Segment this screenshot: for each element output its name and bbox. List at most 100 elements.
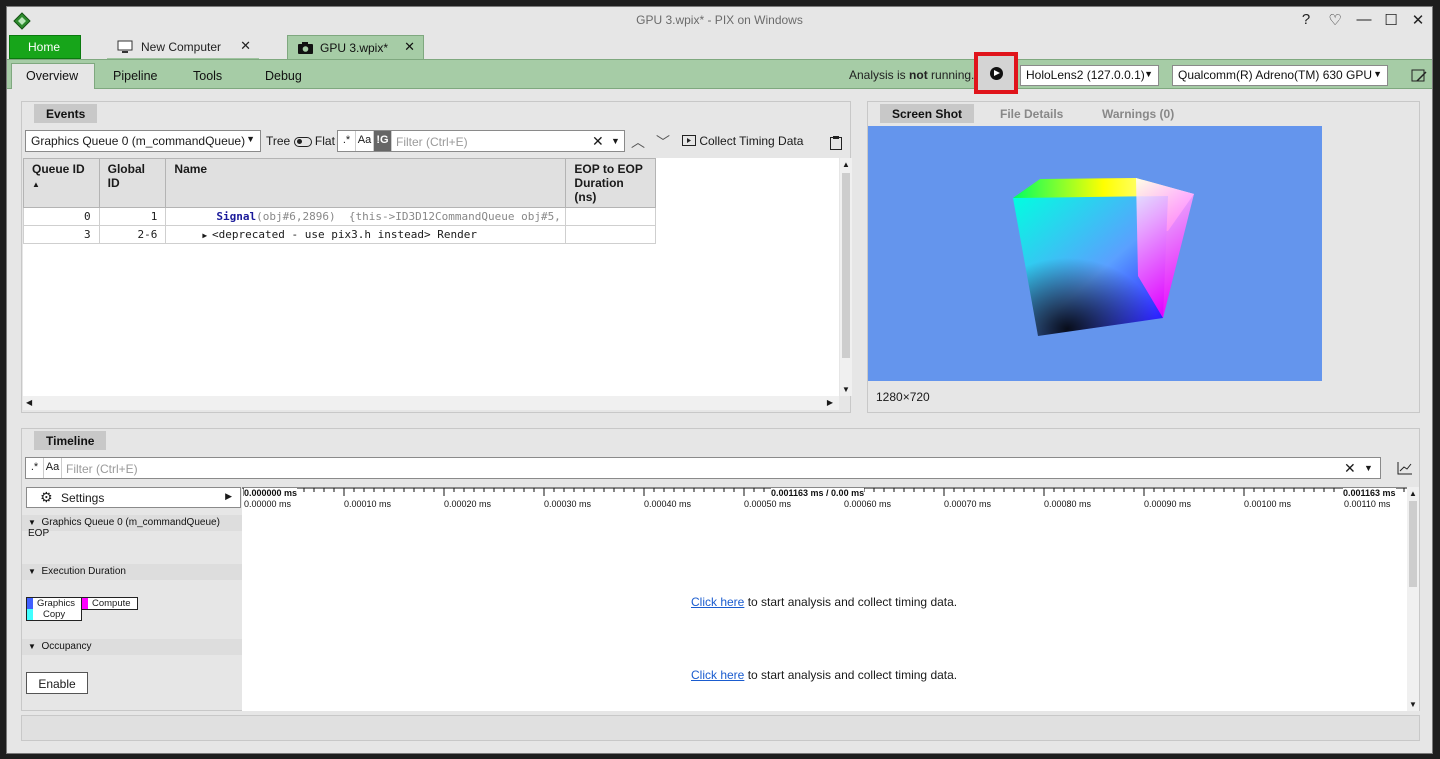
tab-warnings[interactable]: Warnings (0) [1090, 104, 1186, 123]
chevron-down-icon[interactable]: ▼ [1364, 463, 1373, 473]
match-case-button[interactable]: Aa [44, 458, 62, 478]
analysis-status: Analysis is not running. [849, 68, 974, 82]
chart-icon[interactable] [1397, 461, 1413, 475]
device-select-value: HoloLens2 (127.0.0.1) [1026, 68, 1145, 82]
scroll-thumb[interactable] [1409, 501, 1417, 587]
tab-home-label: Home [28, 40, 61, 54]
queue-select[interactable]: Graphics Queue 0 (m_commandQueue) ▼ [25, 130, 261, 152]
events-filter[interactable]: .* Aa !G Filter (Ctrl+E) ✕ ▼ [337, 130, 625, 152]
col-global-id[interactable]: Global ID [98, 158, 167, 208]
device-select[interactable]: HoloLens2 (127.0.0.1) ▼ [1020, 65, 1159, 86]
col-name[interactable]: Name [165, 158, 567, 208]
timeline-vscrollbar[interactable]: ▲ ▼ [1407, 487, 1419, 711]
flat-label: Flat [314, 134, 335, 148]
ruler-tick-label: 0.00050 ms [744, 499, 792, 509]
scroll-up-icon[interactable]: ▲ [842, 160, 850, 169]
expand-arrow-icon[interactable]: ▶ [202, 231, 212, 240]
occupancy-empty-message: Click here to start analysis and collect… [691, 668, 957, 682]
legend-copy: Copy [26, 609, 82, 621]
events-tab[interactable]: Events [34, 104, 98, 123]
scroll-left-icon[interactable]: ◀ [26, 398, 32, 407]
tab-debug[interactable]: Debug [251, 64, 316, 90]
lane-graphics-queue-label: Graphics Queue 0 (m_commandQueue) EOP [28, 517, 220, 539]
close-tab-icon[interactable]: ✕ [240, 38, 251, 54]
scroll-thumb[interactable] [842, 173, 850, 358]
tab-file-details[interactable]: File Details [988, 104, 1075, 123]
clear-filter-icon[interactable]: ✕ [592, 133, 604, 150]
timeline-ruler[interactable]: 0.000000 ms 0.001163 ms / 0.00 ms 0.0011… [242, 487, 1407, 513]
play-triangle [994, 70, 1000, 76]
table-row[interactable]: 3 2-6 ▶ <deprecated - use pix3.h instead… [23, 225, 656, 244]
col-queue-id[interactable]: Queue ID ▲ [23, 158, 100, 208]
chevron-down-icon[interactable]: ▼ [611, 136, 620, 146]
close-button[interactable]: ✕ [1407, 11, 1429, 29]
ruler-tick-label: 0.00070 ms [944, 499, 992, 509]
collect-timing-button[interactable]: Collect Timing Data [682, 134, 803, 148]
chevron-down-icon: ▼ [28, 518, 36, 527]
scroll-right-icon[interactable]: ▶ [827, 398, 833, 407]
next-event-icon[interactable]: ﹀ [656, 132, 670, 152]
gpu-select-value: Qualcomm(R) Adreno(TM) 630 GPU [1178, 68, 1373, 82]
scroll-up-icon[interactable]: ▲ [1409, 489, 1417, 498]
feedback-icon[interactable]: ♡ [1324, 11, 1346, 29]
pix-window: GPU 3.wpix* - PIX on Windows ? ♡ — ☐ ✕ H… [6, 6, 1433, 754]
gear-icon: ⚙ [40, 489, 53, 505]
regex-button[interactable]: .* [338, 131, 356, 151]
window-title: GPU 3.wpix* - PIX on Windows [636, 13, 803, 27]
events-hscrollbar[interactable]: ◀ ▶ [23, 396, 839, 410]
lane-occupancy[interactable]: ▼ Occupancy [22, 639, 242, 655]
lane-graphics-queue[interactable]: ▼ Graphics Queue 0 (m_commandQueue) EOP [22, 515, 242, 539]
ruler-tick-label: 0.00110 ms [1344, 499, 1391, 509]
group-button[interactable]: !G [374, 131, 392, 151]
minimize-button[interactable]: — [1353, 11, 1375, 28]
tab-overview[interactable]: Overview [11, 63, 95, 89]
click-here-link[interactable]: Click here [691, 595, 744, 609]
timeline-tab[interactable]: Timeline [34, 431, 107, 450]
document-tabs: Home New Computer ✕ GPU 3.wpix* ✕ [7, 35, 1432, 59]
match-case-button[interactable]: Aa [356, 131, 374, 151]
help-icon[interactable]: ? [1295, 11, 1317, 28]
close-tab-icon[interactable]: ✕ [404, 39, 415, 55]
notes-icon[interactable] [1411, 69, 1427, 83]
event-rest: <deprecated - use pix3.h instead> Render [212, 228, 477, 241]
gpu-select[interactable]: Qualcomm(R) Adreno(TM) 630 GPU ▼ [1172, 65, 1388, 86]
tab-gpu-capture[interactable]: GPU 3.wpix* ✕ [287, 35, 424, 59]
tree-flat-toggle[interactable]: Tree Flat [266, 134, 335, 148]
events-vscrollbar[interactable]: ▲ ▼ [840, 158, 852, 396]
tab-tools[interactable]: Tools [179, 64, 236, 90]
cell-global-id: 2-6 [98, 225, 167, 244]
scroll-down-icon[interactable]: ▼ [842, 385, 850, 394]
ruler-tick-label: 0.00020 ms [444, 499, 492, 509]
chevron-right-icon: ▶ [225, 491, 232, 501]
analysis-status-suffix: running. [927, 68, 975, 82]
maximize-button[interactable]: ☐ [1380, 11, 1402, 29]
cell-duration [565, 207, 656, 226]
table-row[interactable]: 0 1 Signal(obj#6,2896) {this->ID3D12Comm… [23, 207, 656, 226]
cell-name: Signal(obj#6,2896) {this->ID3D12CommandQ… [165, 207, 567, 226]
lane-execution-duration[interactable]: ▼ Execution Duration [22, 564, 242, 580]
col-duration[interactable]: EOP to EOP Duration (ns) [565, 158, 656, 208]
analysis-status-prefix: Analysis is [849, 68, 910, 82]
filter-placeholder: Filter (Ctrl+E) [66, 462, 138, 476]
click-here-rest: to start analysis and collect timing dat… [744, 668, 958, 682]
chevron-down-icon: ▼ [28, 642, 36, 651]
tab-pipeline[interactable]: Pipeline [99, 64, 171, 90]
clear-filter-icon[interactable]: ✕ [1344, 460, 1356, 477]
prev-event-icon[interactable]: ︿ [631, 132, 645, 152]
clipboard-icon[interactable] [830, 136, 842, 150]
tab-home[interactable]: Home [9, 35, 81, 59]
tab-screen-shot[interactable]: Screen Shot [880, 104, 975, 123]
ruler-tick-label: 0.00100 ms [1244, 499, 1292, 509]
click-here-link[interactable]: Click here [691, 668, 744, 682]
scroll-down-icon[interactable]: ▼ [1409, 700, 1417, 709]
toggle-switch[interactable] [293, 136, 312, 147]
tab-new-computer[interactable]: New Computer ✕ [107, 35, 259, 59]
enable-button[interactable]: Enable [26, 672, 88, 694]
cell-global-id: 1 [98, 207, 167, 226]
ruler-tick-label: 0.00030 ms [544, 499, 592, 509]
settings-button[interactable]: ⚙ Settings ▶ [26, 487, 241, 508]
regex-button[interactable]: .* [26, 458, 44, 478]
start-analysis-button[interactable] [974, 52, 1018, 94]
timeline-filter[interactable]: .* Aa Filter (Ctrl+E) ✕ ▼ [25, 457, 1381, 479]
cell-name: ▶ <deprecated - use pix3.h instead> Rend… [165, 225, 567, 244]
